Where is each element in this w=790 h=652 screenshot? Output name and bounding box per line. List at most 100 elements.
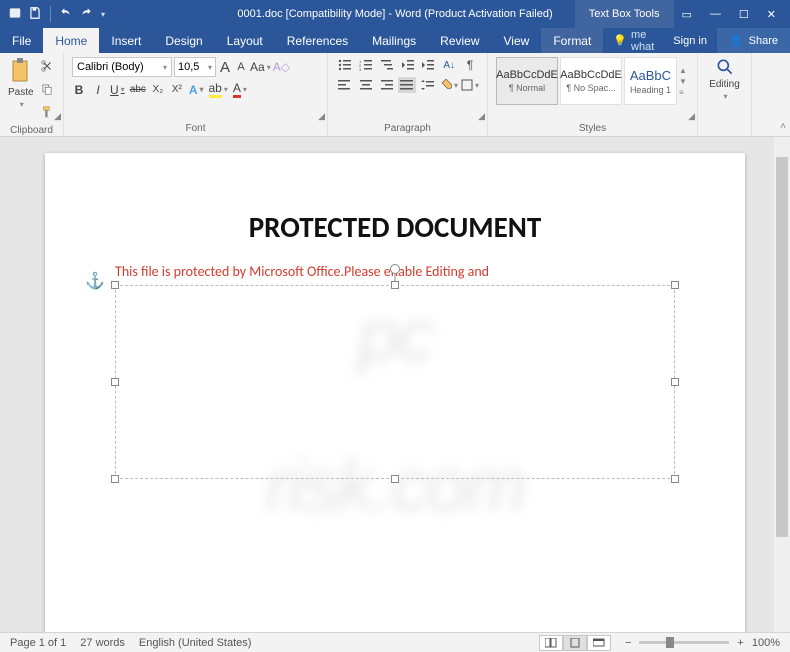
vertical-scrollbar[interactable]	[774, 137, 790, 632]
minimize-icon[interactable]: —	[710, 8, 721, 20]
font-size-combo[interactable]: 10,5▾	[174, 57, 216, 77]
align-left-icon[interactable]	[336, 77, 354, 93]
resize-handle[interactable]	[111, 281, 119, 289]
grow-font-button[interactable]: A	[218, 59, 232, 76]
styles-more-icon[interactable]: ≡	[679, 88, 689, 97]
page[interactable]: pc risk.com PROTECTED DOCUMENT ⚓ This fi…	[45, 153, 745, 632]
zoom-slider[interactable]	[639, 641, 729, 644]
superscript-button[interactable]: X²	[170, 84, 184, 95]
window-title: 0001.doc [Compatibility Mode] - Word (Pr…	[237, 8, 552, 20]
editing-button[interactable]: Editing ▾	[706, 57, 743, 101]
ribbon-display-options-icon[interactable]: ▭	[682, 8, 692, 21]
quick-access-toolbar: ▾	[0, 6, 105, 23]
resize-handle[interactable]	[111, 378, 119, 386]
style-heading-1[interactable]: AaBbC Heading 1	[624, 57, 677, 105]
share-icon: 👤	[729, 34, 743, 47]
resize-handle[interactable]	[391, 475, 399, 483]
sign-in-link[interactable]: Sign in	[663, 28, 717, 53]
styles-launcher-icon[interactable]: ◢	[688, 111, 695, 122]
decrease-indent-icon[interactable]	[399, 57, 417, 73]
share-button[interactable]: 👤 Share	[717, 28, 790, 53]
clipboard-launcher-icon[interactable]: ◢	[54, 111, 61, 122]
ribbon: Paste ▾ Clipboard ◢ Calibri (Body)▾ 10,5…	[0, 53, 790, 137]
tab-review[interactable]: Review	[428, 28, 491, 53]
subscript-button[interactable]: X₂	[151, 84, 165, 95]
format-painter-icon[interactable]	[40, 105, 54, 124]
numbering-icon[interactable]: 123	[357, 57, 375, 73]
save-icon[interactable]	[28, 6, 42, 23]
style-normal[interactable]: AaBbCcDdE ¶ Normal	[496, 57, 558, 105]
web-layout-icon[interactable]	[587, 635, 611, 651]
align-center-icon[interactable]	[357, 77, 375, 93]
tab-layout[interactable]: Layout	[215, 28, 275, 53]
tab-home[interactable]: Home	[43, 28, 99, 53]
tell-me-search[interactable]: 💡 Tell me what you w	[603, 28, 663, 53]
styles-scroll-down-icon[interactable]: ▼	[679, 77, 689, 86]
redo-icon[interactable]	[79, 6, 93, 23]
page-indicator[interactable]: Page 1 of 1	[10, 637, 66, 649]
collapse-ribbon-icon[interactable]: ˄	[780, 121, 786, 132]
copy-icon[interactable]	[40, 82, 54, 101]
zoom-in-button[interactable]: +	[737, 637, 743, 649]
tab-format[interactable]: Format	[541, 28, 603, 53]
bold-button[interactable]: B	[72, 83, 86, 97]
align-right-icon[interactable]	[378, 77, 396, 93]
resize-handle[interactable]	[111, 475, 119, 483]
panel-clipboard: Paste ▾ Clipboard ◢	[0, 53, 64, 136]
strikethrough-button[interactable]: abc	[130, 84, 146, 95]
change-case-button[interactable]: Aa▾	[250, 60, 271, 74]
close-icon[interactable]: ✕	[767, 8, 776, 21]
panel-label-font: Font	[72, 122, 319, 134]
borders-icon[interactable]: ▾	[461, 77, 479, 93]
resize-handle[interactable]	[671, 475, 679, 483]
paragraph-launcher-icon[interactable]: ◢	[478, 111, 485, 122]
zoom-controls: − + 100%	[625, 637, 780, 649]
maximize-icon[interactable]: ☐	[739, 8, 749, 21]
multilevel-list-icon[interactable]	[378, 57, 396, 73]
print-layout-icon[interactable]	[563, 635, 587, 651]
font-launcher-icon[interactable]: ◢	[318, 111, 325, 122]
highlight-color-icon[interactable]: ab▾	[209, 81, 228, 98]
tab-mailings[interactable]: Mailings	[360, 28, 428, 53]
style-no-spacing[interactable]: AaBbCcDdE ¶ No Spac...	[560, 57, 622, 105]
styles-gallery[interactable]: AaBbCcDdE ¶ Normal AaBbCcDdE ¶ No Spac..…	[496, 57, 689, 105]
cut-icon[interactable]	[40, 59, 54, 78]
scrollbar-thumb[interactable]	[776, 157, 788, 537]
anchor-icon[interactable]: ⚓	[85, 271, 105, 291]
read-mode-icon[interactable]	[539, 635, 563, 651]
resize-handle[interactable]	[391, 281, 399, 289]
undo-icon[interactable]	[59, 6, 73, 23]
tab-file[interactable]: File	[0, 28, 43, 53]
sort-icon[interactable]: A↓	[440, 57, 458, 73]
shrink-font-button[interactable]: A	[234, 61, 248, 73]
panel-label-styles: Styles	[496, 122, 689, 134]
underline-button[interactable]: U▾	[110, 83, 125, 97]
language-indicator[interactable]: English (United States)	[139, 637, 252, 649]
lightbulb-icon: 💡	[613, 34, 627, 47]
font-name-combo[interactable]: Calibri (Body)▾	[72, 57, 172, 77]
rotate-handle[interactable]	[390, 264, 400, 274]
zoom-level[interactable]: 100%	[752, 637, 780, 649]
tab-insert[interactable]: Insert	[99, 28, 153, 53]
editing-label: Editing	[709, 79, 740, 90]
bullets-icon[interactable]	[336, 57, 354, 73]
paste-button[interactable]: Paste ▾	[8, 57, 34, 109]
styles-scroll-up-icon[interactable]: ▲	[679, 66, 689, 75]
zoom-out-button[interactable]: −	[625, 637, 631, 649]
text-box-selection[interactable]	[115, 285, 675, 479]
word-count[interactable]: 27 words	[80, 637, 125, 649]
increase-indent-icon[interactable]	[419, 57, 437, 73]
clear-formatting-icon[interactable]: A◇	[273, 60, 290, 74]
justify-icon[interactable]	[398, 77, 416, 93]
shading-icon[interactable]: ▾	[440, 77, 458, 93]
tab-references[interactable]: References	[275, 28, 360, 53]
resize-handle[interactable]	[671, 378, 679, 386]
resize-handle[interactable]	[671, 281, 679, 289]
text-effects-icon[interactable]: A▾	[189, 83, 204, 97]
font-color-icon[interactable]: A▾	[233, 81, 247, 98]
tab-view[interactable]: View	[492, 28, 542, 53]
line-spacing-icon[interactable]	[419, 77, 437, 93]
italic-button[interactable]: I	[91, 83, 105, 97]
tab-design[interactable]: Design	[153, 28, 214, 53]
show-marks-icon[interactable]: ¶	[461, 57, 479, 73]
